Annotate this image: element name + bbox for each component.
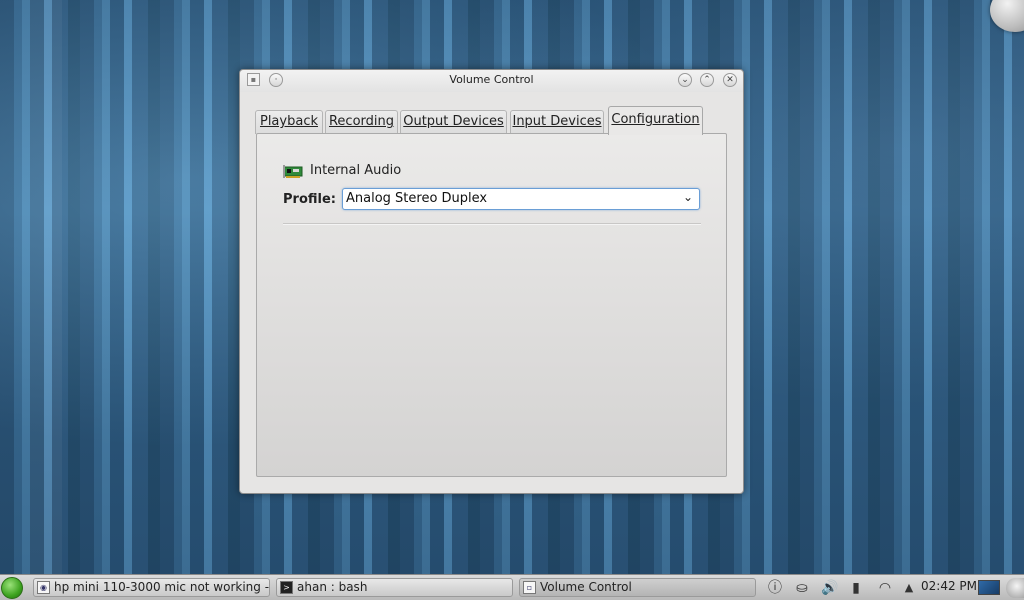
task-terminal[interactable]: > ahan : bash: [276, 578, 513, 597]
browser-icon: ◉: [37, 581, 50, 594]
battery-icon[interactable]: ▮: [847, 579, 865, 597]
tab-output-devices-label: Output Devices: [403, 114, 504, 129]
chevron-down-icon: ⌄: [682, 190, 693, 204]
maximize-icon[interactable]: ⌃: [700, 73, 714, 87]
tab-playback[interactable]: Playback: [255, 110, 323, 134]
task-browser-label: hp mini 110-3000 mic not working - Ch: [54, 580, 270, 594]
expand-tray-icon[interactable]: ▲: [902, 579, 916, 597]
tab-configuration-label: Configuration: [611, 112, 700, 127]
window-title: Volume Control: [449, 73, 534, 86]
terminal-icon: >: [280, 581, 293, 594]
tab-recording-label: Recording: [328, 114, 395, 129]
clock[interactable]: 02:42 PM: [921, 579, 977, 593]
tab-configuration[interactable]: Configuration: [608, 106, 703, 135]
panel-toolbox-icon[interactable]: [1006, 578, 1024, 598]
desktop-pager[interactable]: [978, 580, 1000, 595]
tab-input-devices[interactable]: Input Devices: [510, 110, 604, 134]
tab-playback-label: Playback: [259, 114, 318, 129]
tab-recording[interactable]: Recording: [325, 110, 398, 134]
taskbar: ◉ hp mini 110-3000 mic not working - Ch …: [0, 574, 1024, 600]
info-icon[interactable]: ⓘ: [766, 579, 784, 597]
network-manager-icon[interactable]: ⛀: [792, 579, 812, 597]
profile-value: Analog Stereo Duplex: [346, 191, 488, 206]
tab-output-devices[interactable]: Output Devices: [400, 110, 507, 134]
profile-dropdown[interactable]: Analog Stereo Duplex ⌄: [342, 188, 700, 210]
device-name: Internal Audio: [310, 163, 402, 178]
profile-label: Profile:: [283, 192, 336, 207]
configuration-panel: Internal Audio Profile: Analog Stereo Du…: [256, 133, 727, 477]
task-terminal-label: ahan : bash: [297, 580, 368, 594]
task-volume-control-label: Volume Control: [540, 580, 632, 594]
minimize-icon[interactable]: ⌄: [678, 73, 692, 87]
window-titlebar[interactable]: ▪ · Volume Control ⌄ ⌃ ✕: [240, 70, 743, 92]
app-icon: ▫: [523, 581, 536, 594]
volume-icon[interactable]: 🔊: [818, 579, 842, 597]
close-icon[interactable]: ✕: [723, 73, 737, 87]
application-launcher-icon[interactable]: [1, 577, 23, 599]
sound-card-icon: [283, 165, 303, 178]
desktop-toolbox-icon[interactable]: [990, 0, 1024, 32]
wifi-icon[interactable]: ◠: [874, 579, 896, 597]
tab-input-devices-label: Input Devices: [512, 114, 602, 129]
task-volume-control[interactable]: ▫ Volume Control: [519, 578, 756, 597]
separator: [283, 223, 701, 225]
volume-control-window: ▪ · Volume Control ⌄ ⌃ ✕ Playback Record…: [239, 69, 744, 494]
task-browser[interactable]: ◉ hp mini 110-3000 mic not working - Ch: [33, 578, 270, 597]
